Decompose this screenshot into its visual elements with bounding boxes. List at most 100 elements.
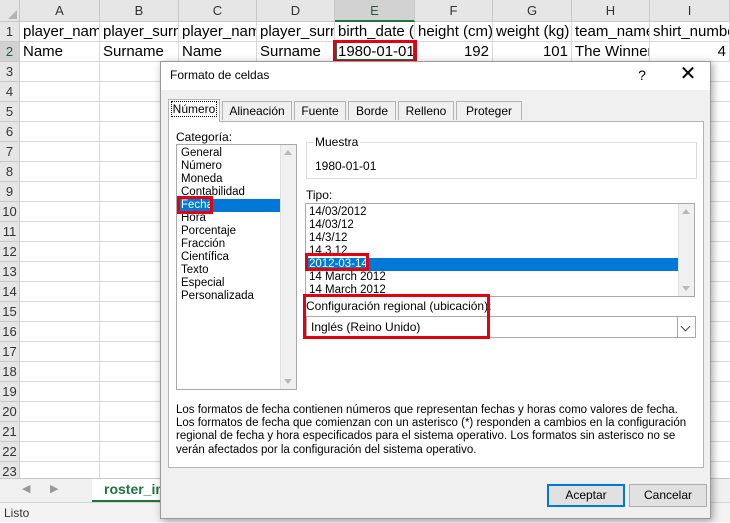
category-item[interactable]: Hora bbox=[177, 212, 281, 225]
sample-group: Muestra 1980-01-01 bbox=[306, 135, 697, 179]
row-header[interactable]: 15 bbox=[0, 302, 20, 322]
category-item[interactable]: Porcentaje bbox=[177, 225, 281, 238]
type-item[interactable]: 14 March 2012 bbox=[306, 284, 679, 296]
row-header[interactable]: 2 bbox=[0, 42, 20, 62]
cell[interactable]: player_surname bbox=[100, 22, 179, 42]
cell[interactable]: Name bbox=[20, 42, 100, 62]
format-cells-dialog: Formato de celdas ? ✕ Número Alineación … bbox=[160, 61, 711, 519]
row-header[interactable]: 11 bbox=[0, 222, 20, 242]
dialog-titlebar[interactable]: Formato de celdas ? ✕ bbox=[161, 62, 710, 90]
cell[interactable]: height (cm) bbox=[415, 22, 493, 42]
row-header[interactable]: 9 bbox=[0, 182, 20, 202]
row-header[interactable]: 18 bbox=[0, 362, 20, 382]
cell[interactable]: 4 bbox=[650, 42, 730, 62]
column-header-g[interactable]: G bbox=[493, 0, 572, 22]
status-text: Listo bbox=[4, 506, 30, 520]
type-item[interactable]: 14.3.12 bbox=[306, 245, 679, 258]
category-item[interactable]: Moneda bbox=[177, 173, 281, 186]
cell[interactable]: birth_date (y bbox=[335, 22, 415, 42]
row-header[interactable]: 12 bbox=[0, 242, 20, 262]
cell[interactable]: 192 bbox=[415, 42, 493, 62]
chevron-down-icon[interactable] bbox=[677, 317, 695, 337]
column-header-a[interactable]: A bbox=[20, 0, 100, 22]
row-header[interactable]: 14 bbox=[0, 282, 20, 302]
cell[interactable]: The Winners bbox=[572, 42, 650, 62]
category-item[interactable]: Número bbox=[177, 160, 281, 173]
column-header-h[interactable]: H bbox=[572, 0, 650, 22]
close-icon[interactable]: ✕ bbox=[675, 63, 701, 87]
help-button[interactable]: ? bbox=[631, 65, 653, 85]
scroll-down-icon[interactable] bbox=[682, 286, 690, 291]
row-header[interactable]: 3 bbox=[0, 62, 20, 82]
tab-label: Borde bbox=[355, 104, 389, 118]
ok-button[interactable]: Aceptar bbox=[547, 484, 625, 507]
select-all-corner[interactable] bbox=[0, 0, 20, 22]
column-header-f[interactable]: F bbox=[415, 0, 493, 22]
column-header-i[interactable]: I bbox=[650, 0, 730, 22]
row-header[interactable]: 8 bbox=[0, 162, 20, 182]
locale-select[interactable]: Inglés (Reino Unido) bbox=[306, 316, 696, 338]
locale-value: Inglés (Reino Unido) bbox=[311, 320, 421, 334]
type-item[interactable]: 14/03/2012 bbox=[306, 206, 679, 219]
cell[interactable]: player_surname bbox=[257, 22, 335, 42]
category-list[interactable]: General Número Moneda Contabilidad Fecha… bbox=[176, 144, 297, 390]
scroll-down-icon[interactable] bbox=[284, 379, 292, 384]
type-scrollbar[interactable] bbox=[678, 204, 694, 296]
scroll-up-icon[interactable] bbox=[284, 150, 292, 155]
cell[interactable]: Name bbox=[179, 42, 257, 62]
scroll-up-icon[interactable] bbox=[682, 209, 690, 214]
category-item[interactable]: General bbox=[177, 147, 281, 160]
cell[interactable]: player_name bbox=[20, 22, 100, 42]
row-header[interactable]: 16 bbox=[0, 322, 20, 342]
row-header[interactable]: 22 bbox=[0, 442, 20, 462]
next-sheet-icon[interactable]: ▶ bbox=[50, 482, 58, 495]
type-item-selected[interactable]: 2012-03-14 bbox=[306, 258, 679, 271]
dialog-title: Formato de celdas bbox=[170, 68, 270, 82]
row-header[interactable]: 19 bbox=[0, 382, 20, 402]
category-item[interactable]: Contabilidad bbox=[177, 186, 281, 199]
cancel-button[interactable]: Cancelar bbox=[629, 484, 707, 507]
column-header-c[interactable]: C bbox=[179, 0, 257, 22]
row-header[interactable]: 7 bbox=[0, 142, 20, 162]
row-header[interactable]: 6 bbox=[0, 122, 20, 142]
sheet-tab[interactable]: roster_im bbox=[92, 479, 162, 503]
category-item[interactable]: Personalizada bbox=[177, 290, 281, 303]
category-item[interactable]: Especial bbox=[177, 277, 281, 290]
category-item[interactable]: Texto bbox=[177, 264, 281, 277]
category-item-selected[interactable]: Fecha bbox=[177, 199, 281, 212]
cell[interactable]: player_name bbox=[179, 22, 257, 42]
cell[interactable]: Surname bbox=[100, 42, 179, 62]
cell[interactable]: 101 bbox=[493, 42, 572, 62]
tab-numero[interactable]: Número bbox=[168, 99, 220, 122]
cell[interactable]: Surname bbox=[257, 42, 335, 62]
cell[interactable]: shirt_number bbox=[650, 22, 730, 42]
row-header[interactable]: 17 bbox=[0, 342, 20, 362]
type-item[interactable]: 14 March 2012 bbox=[306, 271, 679, 284]
row-header[interactable]: 1 bbox=[0, 22, 20, 42]
tab-label: Relleno bbox=[405, 104, 447, 118]
type-item[interactable]: 14/03/12 bbox=[306, 219, 679, 232]
row-header[interactable]: 21 bbox=[0, 422, 20, 442]
tab-relleno[interactable]: Relleno bbox=[398, 101, 454, 120]
prev-sheet-icon[interactable]: ◀ bbox=[22, 482, 30, 495]
cell[interactable]: weight (kg) bbox=[493, 22, 572, 42]
row-header[interactable]: 20 bbox=[0, 402, 20, 422]
tab-fuente[interactable]: Fuente bbox=[294, 101, 346, 120]
active-cell-border bbox=[335, 40, 415, 61]
cell[interactable]: team_name bbox=[572, 22, 650, 42]
column-header-d[interactable]: D bbox=[257, 0, 335, 22]
row-header[interactable]: 5 bbox=[0, 102, 20, 122]
type-item[interactable]: 14/3/12 bbox=[306, 232, 679, 245]
tab-alineacion[interactable]: Alineación bbox=[222, 101, 292, 120]
row-header[interactable]: 4 bbox=[0, 82, 20, 102]
tab-proteger[interactable]: Proteger bbox=[456, 101, 522, 120]
type-list[interactable]: 14/03/2012 14/03/12 14/3/12 14.3.12 2012… bbox=[305, 203, 695, 297]
row-header[interactable]: 13 bbox=[0, 262, 20, 282]
category-item[interactable]: Científica bbox=[177, 251, 281, 264]
row-header[interactable]: 10 bbox=[0, 202, 20, 222]
category-scrollbar[interactable] bbox=[280, 145, 296, 389]
category-item[interactable]: Fracción bbox=[177, 238, 281, 251]
column-header-b[interactable]: B bbox=[100, 0, 179, 22]
tab-borde[interactable]: Borde bbox=[348, 101, 396, 120]
column-header-e[interactable]: E bbox=[335, 0, 415, 22]
